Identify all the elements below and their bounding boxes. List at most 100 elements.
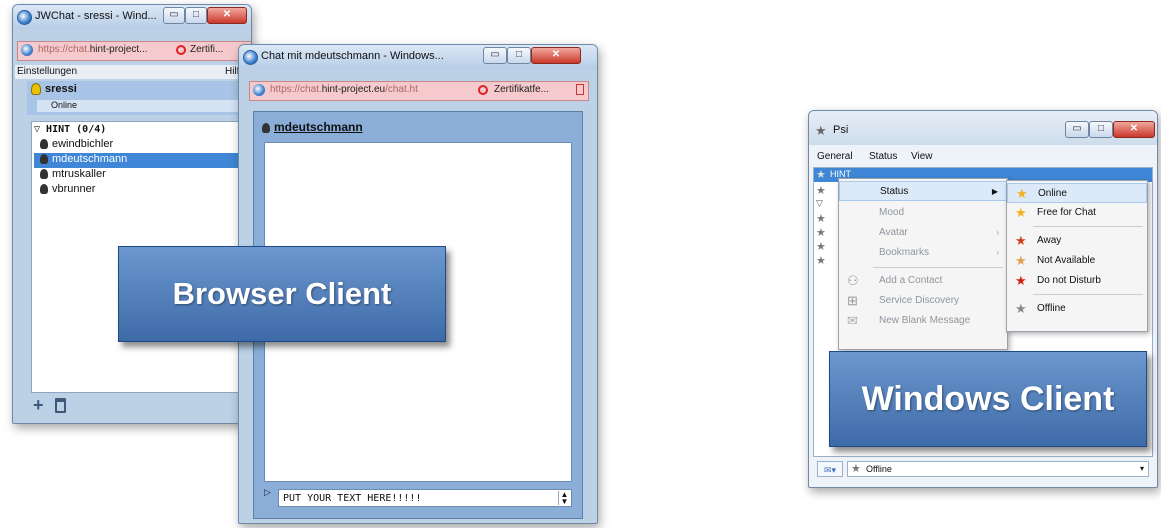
menu-separator xyxy=(1033,294,1143,295)
minimize-icon: ▭ xyxy=(490,49,500,60)
chat-contact-header: mdeutschmann xyxy=(262,120,363,134)
roster-contact[interactable]: vbrunner xyxy=(40,183,95,198)
account-menu-button[interactable]: ✉▾ xyxy=(817,461,843,477)
maximize-button[interactable]: □ xyxy=(507,47,531,64)
menu-view[interactable]: View xyxy=(911,151,933,162)
minimize-button[interactable]: ▭ xyxy=(163,7,185,24)
status-free-for-chat[interactable]: ★ Free for Chat xyxy=(1007,203,1147,223)
maximize-button[interactable]: □ xyxy=(185,7,207,24)
status-offline[interactable]: ★ Offline xyxy=(1007,299,1147,319)
status-do-not-disturb[interactable]: ★ Do not Disturb xyxy=(1007,271,1147,291)
menu-separator xyxy=(1033,226,1143,227)
contact-name: vbrunner xyxy=(52,183,96,195)
chat-contact-name: mdeutschmann xyxy=(274,120,363,134)
star-icon: ★ xyxy=(816,227,826,239)
psi-title: Psi xyxy=(833,124,849,136)
close-icon: ✕ xyxy=(551,49,561,60)
jwchat-title: JWChat - sressi - Wind... xyxy=(35,10,157,22)
roster-contact[interactable]: mtruskaller xyxy=(40,168,106,183)
minimize-button[interactable]: ▭ xyxy=(483,47,507,64)
status-not-available[interactable]: ★ Not Available xyxy=(1007,251,1147,271)
star-chat-icon: ★ xyxy=(1015,205,1027,220)
lightbulb-icon xyxy=(40,154,48,165)
contact-name: mtruskaller xyxy=(52,168,106,180)
url-text: https://chat.hint-project.eu/chat.ht xyxy=(270,84,418,95)
add-contact-icon: ⚇ xyxy=(847,273,859,288)
expand-triangle-icon: ▽ xyxy=(34,124,47,135)
menu-item-mood[interactable]: Mood xyxy=(839,203,1007,223)
certificate-error-icon[interactable] xyxy=(176,45,186,55)
close-button[interactable]: ✕ xyxy=(531,47,581,64)
url-text: https://chat.hint-project... xyxy=(38,44,148,55)
close-button[interactable]: ✕ xyxy=(1113,121,1155,138)
status-away[interactable]: ★ Away xyxy=(1007,231,1147,251)
chat-address-bar[interactable]: https://chat.hint-project.eu/chat.ht Zer… xyxy=(249,81,589,101)
status-label: Online xyxy=(1038,188,1067,199)
star-online-icon: ★ xyxy=(1016,186,1028,201)
chevron-down-icon: ▾ xyxy=(1139,464,1144,473)
settings-menu[interactable]: Einstellungen xyxy=(17,66,77,77)
jwchat-titlebar: JWChat - sressi - Wind... ▭ □ ✕ xyxy=(13,5,251,29)
context-menu: Status ▶ Mood Avatar › Bookmarks › ⚇ Add a C… xyxy=(838,178,1008,350)
expand-arrow-icon[interactable]: ▷ xyxy=(264,487,271,498)
roster-contact[interactable]: ewindbichler xyxy=(40,138,113,153)
menu-item-label: Mood xyxy=(879,207,905,218)
close-icon: ✕ xyxy=(222,9,232,20)
menu-item-status[interactable]: Status ▶ xyxy=(839,181,1007,201)
status-select[interactable]: ★ Offline ▾ xyxy=(847,461,1149,477)
lightbulb-icon xyxy=(40,184,48,195)
url-prefix: https://chat. xyxy=(270,84,322,95)
star-icon: ★ xyxy=(816,255,826,267)
close-button[interactable]: ✕ xyxy=(207,7,247,24)
user-row: sressi xyxy=(31,83,77,96)
close-icon: ✕ xyxy=(1129,123,1139,134)
trash-icon[interactable] xyxy=(55,398,66,413)
star-icon: ★ xyxy=(816,169,826,181)
menu-item-new-blank-message[interactable]: ✉ New Blank Message xyxy=(839,311,1007,331)
menu-item-label: New Blank Message xyxy=(879,315,971,326)
submenu-arrow-icon: ▶ xyxy=(991,187,998,196)
menu-item-label: Status xyxy=(880,186,909,197)
lightbulb-icon xyxy=(262,122,270,133)
maximize-button[interactable]: □ xyxy=(1089,121,1113,138)
jwchat-address-bar[interactable]: https://chat.hint-project... Zertifi... xyxy=(17,41,251,61)
menu-item-avatar[interactable]: Avatar › xyxy=(839,223,1007,243)
menu-item-add-contact[interactable]: ⚇ Add a Contact xyxy=(839,271,1007,291)
jwchat-window: JWChat - sressi - Wind... ▭ □ ✕ https://… xyxy=(12,4,252,424)
menu-general[interactable]: General xyxy=(817,151,853,162)
message-input[interactable]: PUT YOUR TEXT HERE!!!!! ▲ ▼ xyxy=(278,489,572,507)
url-host: hint-project... xyxy=(89,44,148,55)
menu-status[interactable]: Status xyxy=(869,151,897,162)
star-offline-icon: ★ xyxy=(1015,301,1027,316)
plus-icon[interactable]: + xyxy=(33,395,44,416)
browser-icon xyxy=(243,50,258,65)
user-panel: sressi Online xyxy=(27,81,247,115)
lightbulb-icon xyxy=(40,169,48,180)
menu-item-service-discovery[interactable]: ⊞ Service Discovery xyxy=(839,291,1007,311)
expand-triangle-icon: ▽ xyxy=(816,198,823,208)
star-icon: ★ xyxy=(851,463,861,475)
star-away-icon: ★ xyxy=(1015,233,1027,248)
group-header[interactable]: ▽ HINT (0/4) xyxy=(34,124,106,135)
menu-item-bookmarks[interactable]: Bookmarks › xyxy=(839,243,1007,263)
input-spinner-icon[interactable]: ▲ ▼ xyxy=(558,491,570,506)
url-path: /chat.ht xyxy=(385,84,418,95)
user-status[interactable]: Online xyxy=(37,100,243,112)
maximize-icon: □ xyxy=(515,49,523,60)
browser-icon xyxy=(21,44,33,56)
star-icon: ★ xyxy=(816,213,826,225)
submenu-arrow-icon: › xyxy=(996,248,999,257)
status-select-value: Offline xyxy=(866,464,892,474)
star-icon: ★ xyxy=(816,185,826,197)
certificate-error-label[interactable]: Zertifi... xyxy=(190,44,223,55)
minimize-button[interactable]: ▭ xyxy=(1065,121,1089,138)
certificate-error-label[interactable]: Zertifikatfe... xyxy=(494,84,549,95)
maximize-icon: □ xyxy=(1097,123,1105,134)
group-name: HINT (0/4) xyxy=(46,124,107,135)
menu-separator xyxy=(873,267,1003,268)
certificate-error-icon[interactable] xyxy=(478,85,488,95)
status-submenu: ★ Online ★ Free for Chat ★ Away ★ Not Availa… xyxy=(1006,180,1148,332)
submenu-arrow-icon: › xyxy=(996,228,999,237)
roster-contact-selected[interactable]: mdeutschmann xyxy=(34,153,241,168)
status-online[interactable]: ★ Online xyxy=(1007,183,1147,203)
